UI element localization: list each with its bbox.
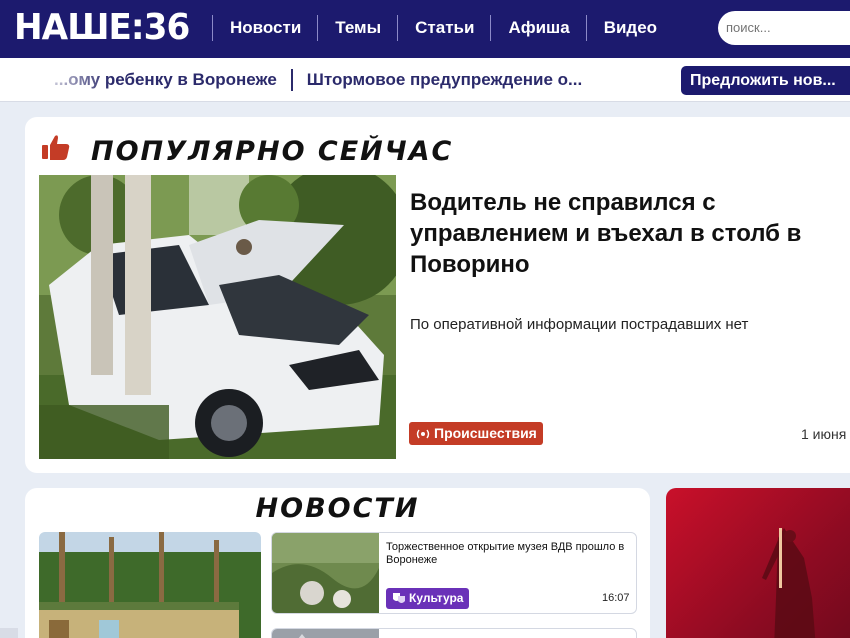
category-tag-culture[interactable]: Культура (386, 588, 470, 609)
popular-now-section: ПОПУЛЯРНО СЕЙЧАС Водитель не справился с… (25, 117, 850, 473)
promo-banner[interactable] (666, 488, 850, 638)
news-card-photo (272, 533, 379, 613)
category-tag-label: Культура (409, 591, 464, 605)
search-box (718, 11, 850, 45)
article-date: 1 июня (801, 426, 847, 442)
article-photo[interactable] (39, 175, 396, 459)
car-crash-photo (39, 175, 396, 459)
search-input[interactable] (726, 11, 846, 45)
theater-masks-icon (393, 593, 405, 603)
thumbs-up-icon (42, 135, 70, 160)
news-card-time: 16:07 (602, 592, 630, 604)
broadcast-icon (416, 429, 430, 438)
page-corner-badge (0, 628, 18, 638)
site-logo[interactable]: НАШЕ:36 (14, 6, 190, 50)
category-tag-incidents[interactable]: Происшествия (409, 422, 543, 445)
ticker-fade-left (0, 58, 110, 101)
article-headline[interactable]: Водитель не справился с управлением и въ… (410, 187, 850, 280)
nav-item-articles[interactable]: Статьи (397, 15, 490, 41)
forest-building-photo (39, 532, 261, 638)
nav-item-news[interactable]: Новости (212, 15, 317, 41)
suggest-news-button[interactable]: Предложить нов... (681, 66, 850, 95)
category-tag-label: Происшествия (434, 425, 537, 441)
nav-item-video[interactable]: Видео (585, 15, 673, 41)
news-card[interactable] (271, 628, 637, 638)
motherland-statue-image (762, 528, 816, 638)
ticker-fade-right (600, 58, 680, 101)
ticker-track: ...ому ребенку в Воронеже Штормовое пред… (40, 58, 596, 101)
section-title: НОВОСТИ (255, 493, 420, 524)
news-card-photo (272, 629, 379, 638)
ticker-item[interactable]: Штормовое предупреждение о... (293, 70, 596, 90)
news-card[interactable]: Торжественное открытие музея ВДВ прошло … (271, 532, 637, 614)
article-lead: По оперативной информации пострадавших н… (410, 316, 749, 333)
section-title: ПОПУЛЯРНО СЕЙЧАС (91, 136, 454, 167)
nav-item-topics[interactable]: Темы (317, 15, 397, 41)
news-card-headline: Торжественное открытие музея ВДВ прошло … (386, 541, 625, 566)
main-nav: Новости Темы Статьи Афиша Видео (212, 15, 673, 41)
news-section: НОВОСТИ Торжественное открытие музея ВДВ… (25, 488, 650, 638)
nav-item-afisha[interactable]: Афиша (490, 15, 585, 41)
featured-news-photo[interactable] (39, 532, 261, 638)
top-header: НАШЕ:36 Новости Темы Статьи Афиша Видео (0, 0, 850, 58)
